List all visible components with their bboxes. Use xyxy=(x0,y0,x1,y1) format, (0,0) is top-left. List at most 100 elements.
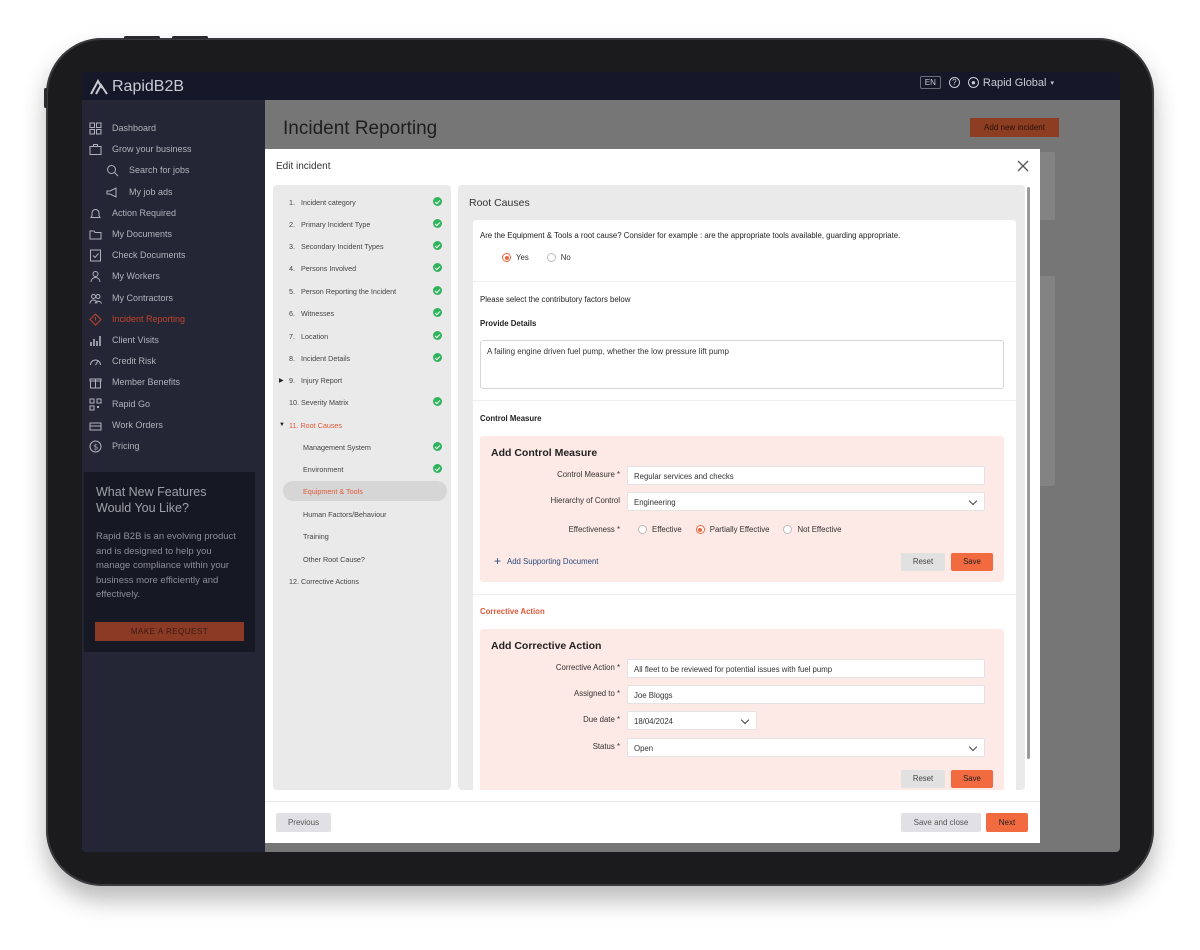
step-item[interactable]: 5. Person Reporting the Incident xyxy=(273,281,451,301)
due-date-picker[interactable]: 18/04/2024 xyxy=(627,711,757,730)
root-cause-radio-group: Yes No xyxy=(502,253,571,262)
step-item[interactable]: 7. Location xyxy=(273,326,451,346)
sidebar-item-search-jobs[interactable]: Search for jobs xyxy=(106,162,190,178)
corrective-action-input[interactable]: All fleet to be reviewed for potential i… xyxy=(627,659,985,678)
due-date-label: Due date * xyxy=(583,715,620,724)
page-title: Incident Reporting xyxy=(283,118,438,139)
status-select[interactable]: Open xyxy=(627,738,985,757)
step-item-root-causes[interactable]: ▼ 11. Root Causes xyxy=(273,415,451,435)
step-list: 1. Incident category 2. Primary Incident… xyxy=(273,185,451,790)
sidebar-item-my-contractors[interactable]: My Contractors xyxy=(89,290,173,306)
save-and-close-button[interactable]: Save and close xyxy=(901,813,981,832)
make-request-button[interactable]: MAKE A REQUEST xyxy=(95,622,244,641)
substep-item[interactable]: Training xyxy=(273,526,451,546)
caret-right-icon: ▶ xyxy=(279,378,284,384)
substep-item[interactable]: Human Factors/Behaviour xyxy=(273,504,451,524)
add-incident-button[interactable]: Add new incident xyxy=(970,118,1059,137)
promo-body: Rapid B2B is an evolving product and is … xyxy=(96,531,236,600)
folder-icon xyxy=(89,228,102,241)
assigned-to-label: Assigned to * xyxy=(574,689,620,698)
details-textarea[interactable]: A failing engine driven fuel pump, wheth… xyxy=(480,340,1004,389)
help-icon[interactable]: ? xyxy=(948,77,960,88)
sidebar-item-dashboard[interactable]: Dashboard xyxy=(89,120,156,136)
radio-no[interactable]: No xyxy=(546,253,571,262)
corrective-reset-button[interactable]: Reset xyxy=(901,770,945,788)
previous-button[interactable]: Previous xyxy=(276,813,331,832)
chevron-down-icon xyxy=(740,715,750,725)
sidebar-item-check-documents[interactable]: Check Documents xyxy=(89,247,186,263)
step-item[interactable]: 6. Witnesses xyxy=(273,303,451,323)
contributory-factors-text: Please select the contributory factors b… xyxy=(480,295,631,304)
substep-item[interactable]: Management System xyxy=(273,437,451,457)
caret-down-icon: ▼ xyxy=(279,422,285,428)
account-name: Rapid Global xyxy=(982,76,1047,89)
step-item[interactable]: 1. Incident category xyxy=(273,192,451,212)
dollar-icon: $ xyxy=(89,440,102,453)
divider xyxy=(473,400,1016,401)
feature-request-panel: What New Features Would You Like? Rapid … xyxy=(84,472,255,652)
step-item[interactable]: 8. Incident Details xyxy=(273,348,451,368)
control-save-button[interactable]: Save xyxy=(951,553,993,571)
add-supporting-document-link[interactable]: + Add Supporting Document xyxy=(494,554,598,568)
step-item[interactable]: 3. Secondary Incident Types xyxy=(273,236,451,256)
close-icon[interactable] xyxy=(1016,159,1030,173)
gift-icon xyxy=(89,376,102,389)
corrective-save-button[interactable]: Save xyxy=(951,770,993,788)
worker-icon xyxy=(89,270,102,283)
next-button[interactable]: Next xyxy=(986,813,1028,832)
check-icon xyxy=(433,331,442,340)
sidebar-item-credit-risk[interactable]: Credit Risk xyxy=(89,353,156,369)
check-icon xyxy=(433,397,442,406)
top-right-controls: EN ? ● Rapid Global ▾ xyxy=(919,76,1054,89)
root-cause-question: Are the Equipment & Tools a root cause? … xyxy=(480,231,901,240)
svg-text:$: $ xyxy=(93,442,98,451)
sidebar-item-incident-reporting[interactable]: Incident Reporting xyxy=(89,311,185,327)
bell-icon xyxy=(89,207,102,220)
hierarchy-select[interactable]: Engineering xyxy=(627,492,985,511)
step-item[interactable]: 2. Primary Incident Type xyxy=(273,214,451,234)
check-icon xyxy=(433,464,442,473)
gauge-icon xyxy=(89,355,102,368)
sidebar-item-my-documents[interactable]: My Documents xyxy=(89,226,172,242)
form-area: Root Causes Are the Equipment & Tools a … xyxy=(458,185,1025,790)
sidebar-item-member-benefits[interactable]: Member Benefits xyxy=(89,374,180,390)
radio-yes[interactable]: Yes xyxy=(502,253,529,262)
sidebar-item-grow-business[interactable]: Grow your business xyxy=(89,141,192,157)
step-item[interactable]: ▶ 9. Injury Report xyxy=(273,370,451,390)
scrollbar[interactable] xyxy=(1027,187,1030,759)
step-item[interactable]: 12. Corrective Actions xyxy=(273,571,451,591)
radio-not-effective[interactable]: Not Effective xyxy=(783,525,842,534)
group-icon xyxy=(89,292,102,305)
account-menu[interactable]: ● Rapid Global ▾ xyxy=(967,76,1054,89)
corrective-action-label: Corrective Action * xyxy=(555,663,620,672)
step-item[interactable]: 4. Persons Involved xyxy=(273,258,451,278)
radio-partially-effective[interactable]: Partially Effective xyxy=(695,525,769,534)
sidebar-item-rapid-go[interactable]: Rapid Go xyxy=(89,396,150,412)
corrective-action-panel: Add Corrective Action Corrective Action … xyxy=(480,629,1004,790)
sidebar-item-action-required[interactable]: Action Required xyxy=(89,205,176,221)
control-measure-input[interactable]: Regular services and checks xyxy=(627,466,985,485)
substep-item[interactable]: Other Root Cause? xyxy=(273,549,451,569)
sidebar-item-pricing[interactable]: $ Pricing xyxy=(89,438,140,454)
tablet-button xyxy=(172,36,208,39)
sidebar-item-work-orders[interactable]: Work Orders xyxy=(89,417,163,433)
check-icon xyxy=(433,219,442,228)
step-item[interactable]: 10. Severity Matrix xyxy=(273,392,451,412)
status-label: Status * xyxy=(592,742,620,751)
substep-item-selected[interactable]: Equipment & Tools xyxy=(283,481,447,501)
sidebar-item-job-ads[interactable]: My job ads xyxy=(106,184,173,200)
logo[interactable]: RapidB2B xyxy=(90,78,184,96)
briefcase-icon xyxy=(89,143,102,156)
modal-title: Edit incident xyxy=(276,161,331,172)
radio-effective[interactable]: Effective xyxy=(638,525,682,534)
plus-icon: + xyxy=(494,554,502,568)
substep-item[interactable]: Environment xyxy=(273,459,451,479)
control-reset-button[interactable]: Reset xyxy=(901,553,945,571)
sidebar-item-my-workers[interactable]: My Workers xyxy=(89,268,160,284)
megaphone-icon xyxy=(106,186,119,199)
sidebar-item-client-visits[interactable]: Client Visits xyxy=(89,332,159,348)
bar-chart-icon xyxy=(89,334,102,347)
check-icon xyxy=(433,353,442,362)
assigned-to-input[interactable]: Joe Bloggs xyxy=(627,685,985,704)
language-button[interactable]: EN xyxy=(919,76,941,89)
